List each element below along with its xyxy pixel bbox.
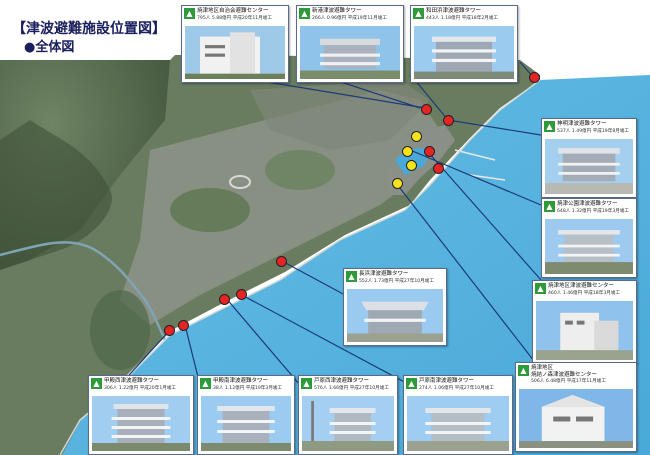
facility-icon: ▲ — [544, 201, 555, 212]
facility-card[interactable]: ▲ 甲殿南津波避難タワー 38人 1.12億円 平成19年3月竣工 — [197, 375, 295, 455]
facility-card[interactable]: ▲ 焼津地区自治会避難センター 795人 5.88億円 平成20年11月竣工 — [181, 5, 289, 83]
facility-info: 306人 1.22億円 平成20年1月竣工 — [104, 386, 177, 391]
facility-name: 和田浜津波避難タワー — [426, 8, 482, 14]
marker-red[interactable] — [219, 294, 230, 305]
facility-icon: ▲ — [518, 365, 529, 376]
facility-info: 274人 1.06億円 平成27年10月竣工 — [419, 386, 494, 391]
facility-info: 460人 1.46億円 平成18年3月竣工 — [548, 291, 621, 296]
facility-info: 266人 0.96億円 平成19年11月竣工 — [312, 16, 387, 21]
facility-photo — [545, 219, 633, 274]
facility-photo — [201, 396, 291, 451]
facility-photo — [347, 289, 443, 342]
map-title: 【津波避難施設位置図】 — [12, 21, 166, 37]
facility-info: 648人 1.32億円 平成19年3月竣工 — [557, 209, 630, 214]
facility-icon: ▲ — [544, 121, 555, 132]
facility-card[interactable]: ▲ 焼津地区津波避難センター 460人 1.46億円 平成18年3月竣工 — [532, 280, 637, 364]
facility-icon: ▲ — [535, 283, 546, 294]
facility-info: 795人 5.88億円 平成20年11月竣工 — [197, 16, 272, 21]
facility-name: 焼津地区 焼結ノ森津波避難センター — [531, 365, 598, 378]
marker-red[interactable] — [443, 115, 454, 126]
facility-photo — [302, 396, 394, 451]
facility-info: 38人 1.12億円 平成19年3月竣工 — [213, 386, 283, 391]
facility-photo — [300, 26, 400, 79]
facility-photo — [519, 389, 633, 448]
marker-red[interactable] — [424, 146, 435, 157]
facility-icon: ▲ — [413, 8, 424, 19]
marker-yellow[interactable] — [411, 131, 422, 142]
facility-icon: ▲ — [301, 378, 312, 389]
facility-card[interactable]: ▲ 新港津波避難タワー 266人 0.96億円 平成19年11月竣工 — [296, 5, 404, 83]
marker-yellow[interactable] — [406, 160, 417, 171]
facility-info: 552人 1.73億円 平成27年10月竣工 — [359, 279, 434, 284]
facility-info: 576人 1.66億円 平成27年10月竣工 — [314, 386, 389, 391]
map-subtitle: ●全体図 — [24, 40, 75, 55]
facility-name: 神明津波避難タワー — [557, 121, 607, 127]
facility-photo — [407, 396, 509, 451]
marker-yellow[interactable] — [402, 146, 413, 157]
facility-info: 537人 1.49億円 平成19年8月竣工 — [557, 129, 630, 134]
facility-name: 戸原西津波避難タワー — [314, 378, 370, 384]
facility-card[interactable]: ▲ 和田浜津波避難タワー 443人 1.18億円 平成18年2月竣工 — [410, 5, 518, 83]
facility-card[interactable]: ▲ 戸原南津波避難タワー 274人 1.06億円 平成27年10月竣工 — [403, 375, 513, 455]
facility-card[interactable]: ▲ 神明津波避難タワー 537人 1.49億円 平成19年8月竣工 — [541, 118, 637, 198]
facility-card[interactable]: ▲ 長浜津波避難タワー 552人 1.73億円 平成27年10月竣工 — [343, 268, 447, 346]
facility-name: 焼津公園津波避難タワー — [557, 201, 618, 207]
facility-icon: ▲ — [299, 8, 310, 19]
facility-name: 焼津地区自治会避難センター — [197, 8, 269, 14]
marker-red[interactable] — [178, 320, 189, 331]
facility-icon: ▲ — [346, 271, 357, 282]
facility-photo — [545, 139, 633, 194]
facility-icon: ▲ — [184, 8, 195, 19]
facility-name: 長浜津波避難タワー — [359, 271, 409, 277]
facility-photo — [536, 301, 633, 360]
marker-red[interactable] — [236, 289, 247, 300]
facility-card[interactable]: ▲ 甲殿西津波避難タワー 306人 1.22億円 平成20年1月竣工 — [88, 375, 194, 455]
facility-info: 506人 6.48億円 平成17年11月竣工 — [531, 379, 606, 384]
facility-icon: ▲ — [91, 378, 102, 389]
facility-icon: ▲ — [406, 378, 417, 389]
facility-name: 新港津波避難タワー — [312, 8, 362, 14]
marker-red[interactable] — [529, 72, 540, 83]
marker-red[interactable] — [421, 104, 432, 115]
facility-name: 焼津地区津波避難センター — [548, 283, 615, 289]
facility-info: 443人 1.18億円 平成18年2月竣工 — [426, 16, 499, 21]
facility-photo — [92, 396, 190, 451]
marker-red[interactable] — [164, 325, 175, 336]
facility-name: 甲殿南津波避難タワー — [213, 378, 269, 384]
facility-photo — [414, 26, 514, 79]
marker-red[interactable] — [276, 256, 287, 267]
facility-name: 戸原南津波避難タワー — [419, 378, 475, 384]
marker-yellow[interactable] — [392, 178, 403, 189]
facility-card[interactable]: ▲ 焼津地区 焼結ノ森津波避難センター 506人 6.48億円 平成17年11月竣工 — [515, 362, 637, 452]
facility-icon: ▲ — [200, 378, 211, 389]
facility-name: 甲殿西津波避難タワー — [104, 378, 160, 384]
marker-red[interactable] — [433, 163, 444, 174]
facility-card[interactable]: ▲ 戸原西津波避難タワー 576人 1.66億円 平成27年10月竣工 — [298, 375, 398, 455]
facility-card[interactable]: ▲ 焼津公園津波避難タワー 648人 1.32億円 平成19年3月竣工 — [541, 198, 637, 278]
facility-photo — [185, 26, 285, 79]
